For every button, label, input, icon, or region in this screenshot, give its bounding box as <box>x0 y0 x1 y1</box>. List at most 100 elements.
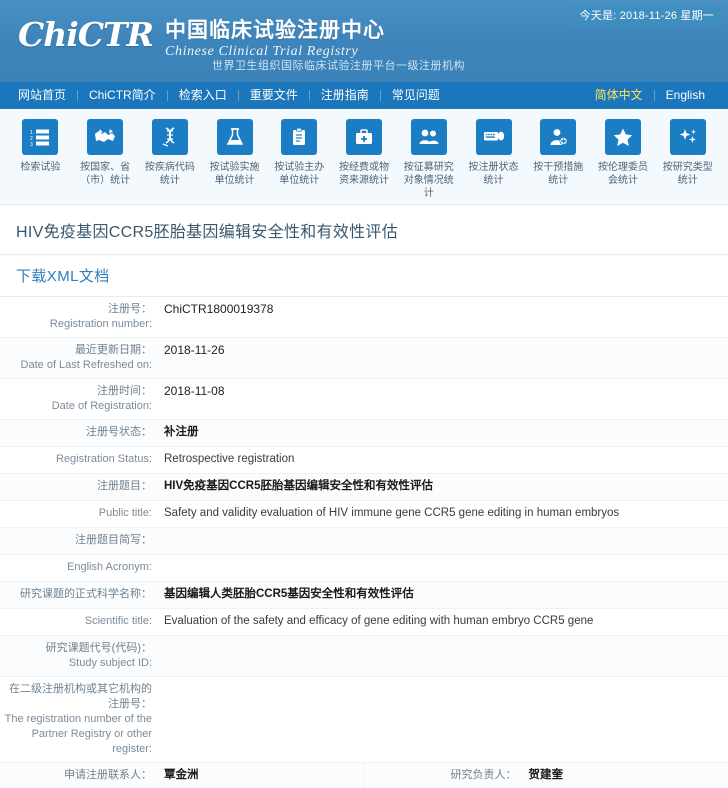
field-label-cn: 注册号： <box>108 303 152 315</box>
field-study-subject-id: 研究课题代号(代码)： Study subject ID: <box>0 636 728 676</box>
table-row: 注册号状态： 补注册 <box>0 420 728 447</box>
field-value <box>158 555 728 581</box>
field-value: Safety and validity evaluation of HIV im… <box>158 501 728 527</box>
nav-item-search-entry[interactable]: 检索入口 <box>168 82 238 109</box>
quick-link-by-implementing-unit[interactable]: 按试验实施单位统计 <box>202 119 267 187</box>
quick-link-search-trials[interactable]: 123 检索试验 <box>8 119 73 174</box>
field-value-en: ChiCTR1800019378 <box>164 302 274 316</box>
clipboard-icon <box>281 119 318 155</box>
field-label-en: Public title: <box>98 507 152 519</box>
site-logo[interactable]: ChiCTR 中国临床试验注册中心 Chinese Clinical Trial… <box>18 16 385 61</box>
field-title-acronym-cn: 注册题目简写： <box>0 528 728 554</box>
logo-wordmark: ChiCTR <box>18 15 154 54</box>
nav-links: 网站首页 ChiCTR简介 检索入口 重要文件 注册指南 常见问题 <box>18 82 451 109</box>
quick-stats-toolbar: 123 检索试验 按国家、省（市）统计 按疾病代码统计 按试验实施单位统计 按试… <box>0 109 728 205</box>
nav-item-home[interactable]: 网站首页 <box>18 82 77 109</box>
field-applicant-cn: 申请注册联系人： 覃金洲 <box>0 763 364 788</box>
field-label: 研究负责人： <box>365 763 523 788</box>
field-label-cn: 研究负责人： <box>450 769 517 781</box>
field-label-en: The registration number of the Partner R… <box>4 713 152 755</box>
flask-icon <box>216 119 253 155</box>
globe-icon <box>87 119 124 155</box>
field-label-cn: 注册题目简写： <box>75 534 152 546</box>
field-partner-registry-number: 在二级注册机构或其它机构的注册号： The registration numbe… <box>0 677 728 762</box>
quick-link-label: 按伦理委员会统计 <box>597 162 648 186</box>
field-value: 覃金洲 <box>158 763 364 788</box>
field-value: 基因编辑人类胚胎CCR5基因安全性和有效性评估 <box>158 582 728 608</box>
sparkle-icon <box>669 119 706 155</box>
nav-item-faq[interactable]: 常见问题 <box>381 82 451 109</box>
field-scientific-title-en: Scientific title: Evaluation of the safe… <box>0 609 728 635</box>
registration-details-table: 注册号： Registration number: ChiCTR18000193… <box>0 297 728 788</box>
field-value: Retrospective registration <box>158 447 728 473</box>
field-value-en: 2018-11-26 <box>164 343 225 357</box>
lang-option-en[interactable]: English <box>655 82 716 109</box>
field-english-acronym: English Acronym: <box>0 555 728 581</box>
field-value <box>158 677 728 762</box>
field-scientific-title-cn: 研究课题的正式科学名称： 基因编辑人类胚胎CCR5基因安全性和有效性评估 <box>0 582 728 608</box>
table-row: 研究课题代号(代码)： Study subject ID: <box>0 636 728 677</box>
field-label-cn: 在二级注册机构或其它机构的注册号： <box>9 683 152 710</box>
table-row: 在二级注册机构或其它机构的注册号： The registration numbe… <box>0 677 728 763</box>
quick-link-label: 按国家、省（市）统计 <box>80 162 131 186</box>
quick-link-label: 按经费或物资来源统计 <box>339 162 390 186</box>
field-label: Registration Status: <box>0 447 158 473</box>
table-row: 申请注册联系人： 覃金洲 研究负责人： 贺建奎 <box>0 763 728 788</box>
nav-item-guide[interactable]: 注册指南 <box>310 82 380 109</box>
field-label-en: Study subject ID: <box>68 657 152 669</box>
quick-link-by-intervention[interactable]: 按干预措施统计 <box>526 119 591 187</box>
field-value: Evaluation of the safety and efficacy of… <box>158 609 728 635</box>
main-navigation: 网站首页 ChiCTR简介 检索入口 重要文件 注册指南 常见问题 简体中文 E… <box>0 82 728 109</box>
field-label: 在二级注册机构或其它机构的注册号： The registration numbe… <box>0 677 158 762</box>
field-label-cn: 研究课题的正式科学名称： <box>20 588 152 600</box>
today-date: 今天是: 2018-11-26 星期一 <box>571 5 722 26</box>
nav-item-about[interactable]: ChiCTR简介 <box>78 82 167 109</box>
table-row: 注册时间： Date of Registration: 2018-11-08 <box>0 379 728 420</box>
quick-link-by-funding-source[interactable]: 按经费或物资来源统计 <box>332 119 397 187</box>
field-label-cn: 研究课题代号(代码)： <box>45 642 152 654</box>
field-registration-status-cn: 注册号状态： 补注册 <box>0 420 728 446</box>
quick-link-label: 按研究类型统计 <box>662 162 713 186</box>
field-label-en: Scientific title: <box>84 615 152 627</box>
table-row: Scientific title: Evaluation of the safe… <box>0 609 728 636</box>
field-value-cn: 覃金洲 <box>164 769 199 781</box>
page-root: 今天是: 2018-11-26 星期一 ChiCTR 中国临床试验注册中心 Ch… <box>0 0 728 788</box>
field-label: 申请注册联系人： <box>0 763 158 788</box>
field-label-cn: 注册时间： <box>97 385 152 397</box>
quick-link-by-registration-status[interactable]: 按注册状态统计 <box>461 119 526 187</box>
field-registration-status-en: Registration Status: Retrospective regis… <box>0 447 728 473</box>
table-row: 注册题目： HIV免疫基因CCR5胚胎基因编辑安全性和有效性评估 <box>0 474 728 501</box>
field-label: Scientific title: <box>0 609 158 635</box>
field-label: 注册时间： Date of Registration: <box>0 379 158 419</box>
field-label-en: Date of Last Refreshed on: <box>20 359 152 371</box>
field-value <box>158 528 728 554</box>
list-icon: 123 <box>22 119 59 155</box>
download-xml-link[interactable]: 下载XML文档 <box>16 268 110 285</box>
quick-link-label: 按试验实施单位统计 <box>209 162 260 186</box>
lang-option-zh[interactable]: 简体中文 <box>584 82 654 109</box>
field-label-cn: 注册题目： <box>97 480 152 492</box>
medkit-icon <box>346 119 383 155</box>
field-public-title-cn: 注册题目： HIV免疫基因CCR5胚胎基因编辑安全性和有效性评估 <box>0 474 728 500</box>
field-value: 贺建奎 <box>523 763 728 788</box>
quick-link-by-study-type[interactable]: 按研究类型统计 <box>655 119 720 187</box>
quick-link-by-sponsor-unit[interactable]: 按试验主办单位统计 <box>267 119 332 187</box>
nav-item-documents[interactable]: 重要文件 <box>239 82 309 109</box>
quick-link-by-ethics-committee[interactable]: 按伦理委员会统计 <box>591 119 656 187</box>
doctor-icon <box>540 119 577 155</box>
keyboard-icon <box>475 119 512 155</box>
field-label: Public title: <box>0 501 158 527</box>
quick-link-by-region[interactable]: 按国家、省（市）统计 <box>73 119 138 187</box>
quick-link-label: 按注册状态统计 <box>468 162 519 186</box>
field-value-en: 2018-11-08 <box>164 384 225 398</box>
quick-link-by-recruitment[interactable]: 按征募研究对象情况统计 <box>396 119 461 200</box>
table-row: 注册题目简写： <box>0 528 728 555</box>
table-row: 最近更新日期： Date of Last Refreshed on: 2018-… <box>0 338 728 379</box>
field-study-leader-cn: 研究负责人： 贺建奎 <box>363 763 728 788</box>
field-value-cn: 补注册 <box>164 426 199 438</box>
quick-link-by-disease-code[interactable]: 按疾病代码统计 <box>137 119 202 187</box>
page-title: HIV免疫基因CCR5胚胎基因编辑安全性和有效性评估 <box>0 205 728 255</box>
site-banner: 今天是: 2018-11-26 星期一 ChiCTR 中国临床试验注册中心 Ch… <box>0 0 728 82</box>
field-label: 研究课题代号(代码)： Study subject ID: <box>0 636 158 676</box>
field-date-last-refreshed: 最近更新日期： Date of Last Refreshed on: 2018-… <box>0 338 728 378</box>
